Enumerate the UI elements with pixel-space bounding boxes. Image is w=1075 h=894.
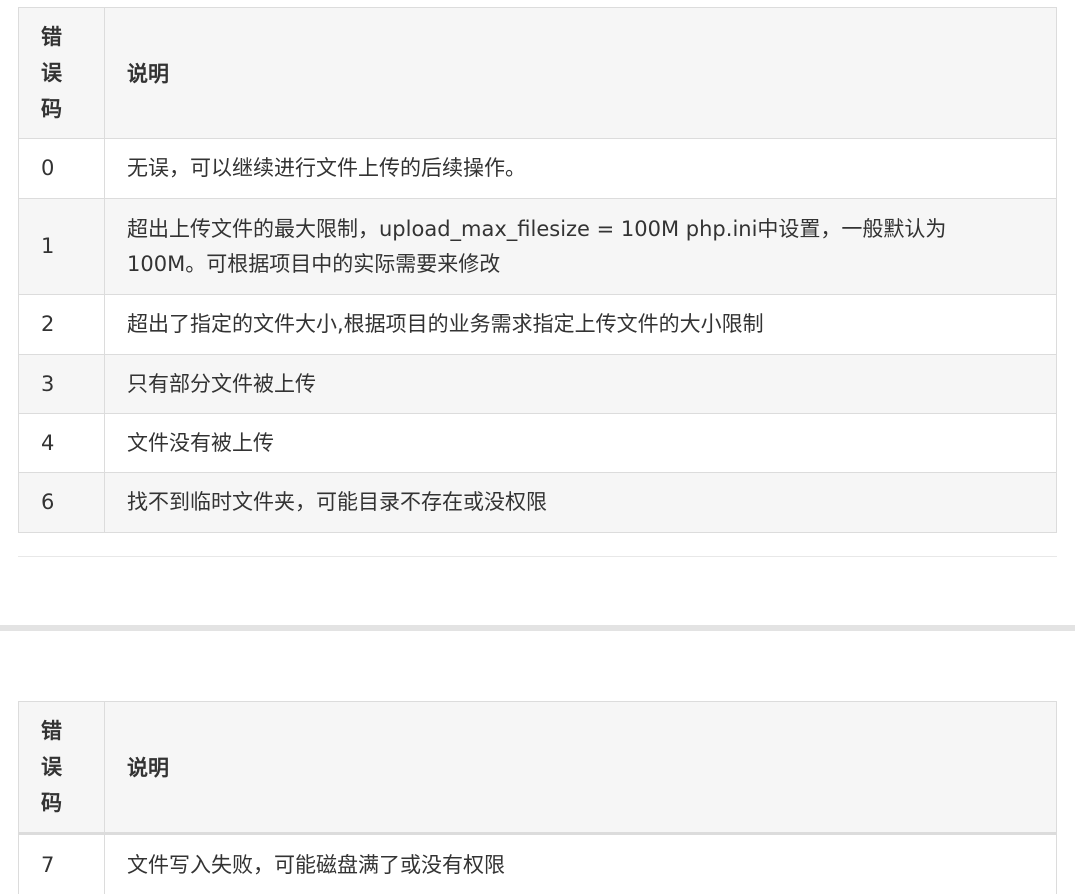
header-char: 误 <box>41 755 62 779</box>
error-code-cell: 1 <box>18 198 105 295</box>
header-char: 误 <box>41 61 62 85</box>
error-code-cell: 7 <box>18 833 105 894</box>
divider-line <box>18 556 1057 557</box>
header-description: 说明 <box>104 701 1057 835</box>
table-row: 7 文件写入失败，可能磁盘满了或没有权限 <box>18 833 1057 894</box>
table-row: 2 超出了指定的文件大小,根据项目的业务需求指定上传文件的大小限制 <box>18 294 1057 355</box>
error-code-table: 错 误 码 说明 0 无误，可以继续进行文件上传的后续操作。 1 超出上传文件的… <box>18 7 1057 533</box>
header-char: 码 <box>41 97 62 121</box>
error-code-cell: 2 <box>18 294 105 355</box>
table-header: 错 误 码 说明 <box>18 7 1057 139</box>
error-code-cell: 6 <box>18 472 105 533</box>
header-row: 错 误 码 说明 <box>18 7 1057 139</box>
table-row: 6 找不到临时文件夹，可能目录不存在或没权限 <box>18 472 1057 533</box>
document-page: 错 误 码 说明 0 无误，可以继续进行文件上传的后续操作。 1 超出上传文件的… <box>0 0 1075 894</box>
header-row: 错 误 码 说明 <box>18 701 1057 835</box>
description-cell: 找不到临时文件夹，可能目录不存在或没权限 <box>104 472 1057 533</box>
description-cell: 文件写入失败，可能磁盘满了或没有权限 <box>104 833 1057 894</box>
description-cell: 文件没有被上传 <box>104 413 1057 473</box>
description-line: 100M。可根据项目中的实际需要来修改 <box>127 251 501 276</box>
table-row: 0 无误，可以继续进行文件上传的后续操作。 <box>18 138 1057 199</box>
header-description: 说明 <box>104 7 1057 139</box>
error-code-cell: 3 <box>18 354 105 414</box>
header-char: 错 <box>41 719 62 743</box>
error-code-cell: 4 <box>18 413 105 473</box>
error-code-table: 错 误 码 说明 7 文件写入失败，可能磁盘满了或没有权限 <box>18 701 1057 894</box>
section-divider <box>0 625 1075 631</box>
description-cell: 无误，可以继续进行文件上传的后续操作。 <box>104 138 1057 199</box>
table-row: 1 超出上传文件的最大限制，upload_max_filesize = 100M… <box>18 198 1057 295</box>
description-cell: 超出了指定的文件大小,根据项目的业务需求指定上传文件的大小限制 <box>104 294 1057 355</box>
header-error-code: 错 误 码 <box>18 701 105 835</box>
description-cell: 只有部分文件被上传 <box>104 354 1057 414</box>
description-cell: 超出上传文件的最大限制，upload_max_filesize = 100M p… <box>104 198 1057 295</box>
error-code-cell: 0 <box>18 138 105 199</box>
table-row: 4 文件没有被上传 <box>18 413 1057 473</box>
table-header: 错 误 码 说明 <box>18 701 1057 835</box>
header-error-code: 错 误 码 <box>18 7 105 139</box>
description-line: 超出上传文件的最大限制，upload_max_filesize = 100M p… <box>127 216 947 241</box>
table-row: 3 只有部分文件被上传 <box>18 354 1057 414</box>
header-char: 码 <box>41 791 62 815</box>
header-char: 错 <box>41 25 62 49</box>
